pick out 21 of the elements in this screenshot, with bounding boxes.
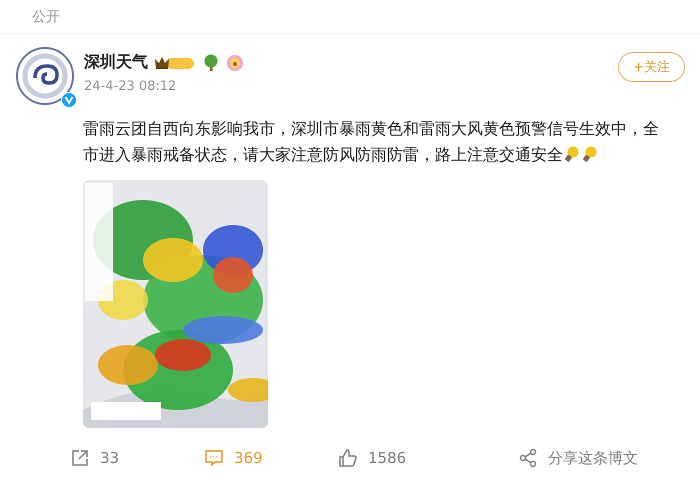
follow-button[interactable]: +关注 (618, 52, 685, 82)
author-name[interactable]: 深圳天气 (84, 52, 148, 73)
avatar[interactable] (15, 46, 75, 106)
visibility-label: 公开 (0, 0, 700, 34)
flower-icon (226, 54, 244, 72)
emblem-icon (15, 46, 75, 106)
action-button[interactable]: 分享这条博文 (518, 448, 652, 468)
thumbs-up-icon (338, 448, 358, 468)
share-out-icon (70, 448, 90, 468)
action-button[interactable]: 1586 (338, 448, 518, 468)
post-time: 24-4-23 08:12 (84, 79, 178, 94)
share-icon (518, 448, 538, 468)
lightbulb-icon (581, 145, 599, 163)
comment-icon (204, 448, 224, 468)
lightbulb-icon (563, 145, 581, 163)
post-text-line: 市进入暴雨戒备状态，请大家注意防风防雨防雷，路上注意交通安全 (83, 145, 563, 164)
action-button[interactable]: 33 (70, 448, 204, 468)
crown-level-icon (154, 54, 196, 70)
action-button[interactable]: 369 (204, 448, 338, 468)
tree-icon (202, 54, 220, 72)
post-text-line: 雷雨云团自西向东影响我市，深圳市暴雨黄色和雷雨大风黄色预警信号生效中，全 (83, 119, 659, 138)
